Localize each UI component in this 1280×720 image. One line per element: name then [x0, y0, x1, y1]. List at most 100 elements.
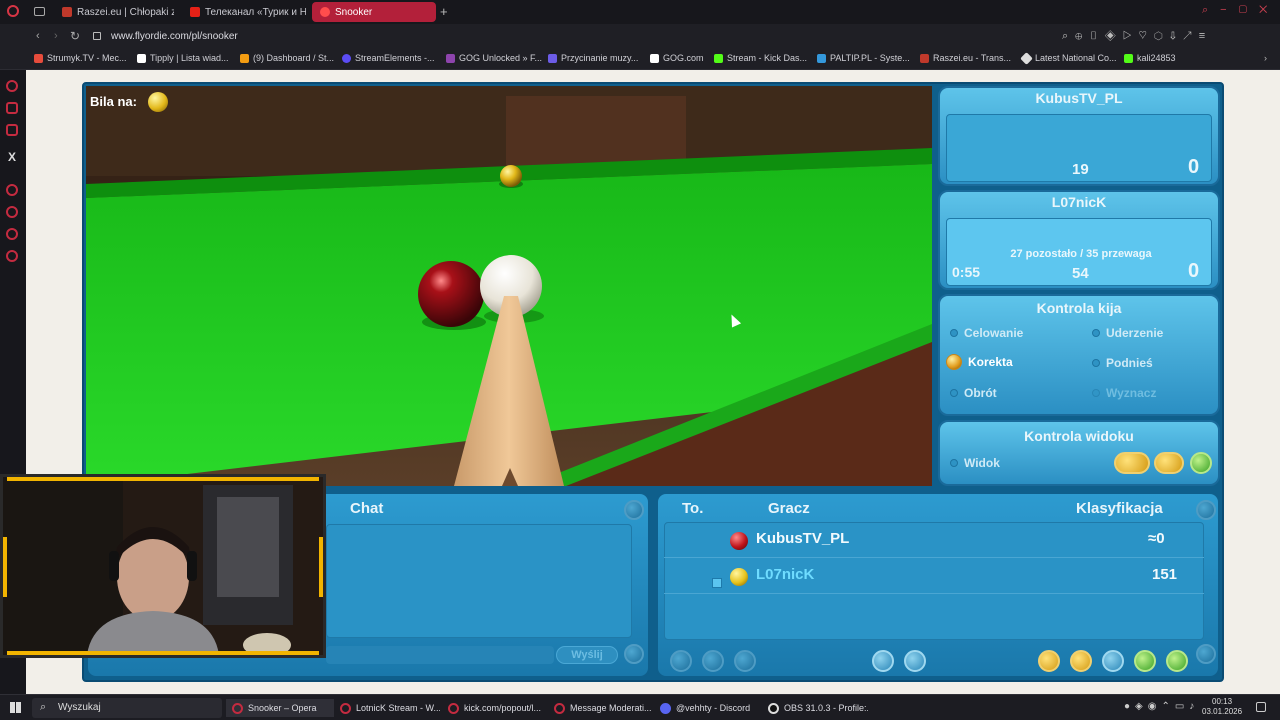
radio-dot-icon — [950, 329, 958, 337]
view-control-title: Kontrola widoku — [1024, 428, 1134, 444]
raszei-favicon-icon — [62, 7, 72, 17]
taskbar-item-discord[interactable]: @vehhty - Discord — [654, 699, 760, 717]
sidebar-x-icon[interactable]: X — [8, 150, 16, 164]
sidebar-messenger-icon[interactable] — [6, 102, 18, 114]
sidebar-extensions-icon[interactable] — [6, 228, 18, 240]
taskbar-item-lotnick-stream[interactable]: LotnicK Stream - W... — [334, 699, 440, 717]
chat-scroll-up-icon[interactable] — [624, 500, 644, 520]
bookmark-favicon-icon — [240, 53, 249, 63]
chat-bubble-icon[interactable] — [1102, 650, 1124, 672]
bookmark-favicon-icon — [714, 53, 723, 63]
table-row[interactable]: KubusTV_PL ≈0 — [664, 524, 1204, 558]
player2-timer: 0:55 — [952, 264, 981, 280]
taskbar-item-obs[interactable]: OBS 31.0.3 - Profile:... — [762, 699, 868, 717]
bookmark-item[interactable]: GOG.com — [650, 53, 704, 63]
windows-start-icon[interactable] — [10, 702, 21, 713]
taskbar-search[interactable]: ⌕ Wyszukaj — [32, 698, 222, 718]
player2-score: 0 — [1188, 260, 1200, 282]
sound-icon[interactable] — [904, 650, 926, 672]
view-control-panel: Kontrola widoku Widok — [938, 420, 1220, 486]
no-entry-icon[interactable] — [670, 650, 692, 672]
search-icon: ⌕ — [40, 701, 47, 713]
player-rank: 151 — [1152, 566, 1178, 583]
bookmark-favicon-icon — [342, 53, 351, 63]
tab-snooker[interactable]: Snooker — [312, 2, 436, 22]
reload-icon[interactable]: ↻ — [70, 29, 80, 43]
tab-list-icon[interactable] — [34, 7, 45, 16]
taskbar-item-opera-snooker[interactable]: Snooker – Opera — [226, 699, 334, 717]
bookmark-favicon-icon — [446, 53, 455, 63]
taskbar-item-moderation[interactable]: Message Moderati... — [548, 699, 654, 717]
opera-logo-icon[interactable] — [7, 5, 19, 17]
opt-aim[interactable]: Celowanie — [950, 326, 1023, 340]
opt-designate[interactable]: Wyznacz — [1092, 386, 1156, 400]
view-zoom-button[interactable] — [1114, 452, 1150, 474]
bookmark-item[interactable]: Latest National Co... — [1020, 51, 1117, 65]
tab-raszei[interactable]: Raszei.eu | Chłopaki z Ras — [54, 2, 174, 22]
col-header-player: Gracz — [768, 500, 810, 517]
new-tab-plus-icon[interactable]: + — [440, 4, 448, 19]
snooker-table-view[interactable]: Bila na: — [86, 86, 932, 486]
bookmark-item[interactable]: Stream - Kick Das... — [714, 53, 807, 63]
back-icon[interactable]: ‹ — [36, 30, 40, 42]
bookmark-item[interactable]: Raszei.eu - Trans... — [920, 53, 1011, 63]
player2-break: 54 — [1072, 265, 1089, 282]
player2-name: L07nicK — [1051, 194, 1107, 210]
table-row[interactable]: L07nicK 151 — [664, 560, 1204, 594]
user-icon[interactable] — [702, 650, 724, 672]
opt-spin[interactable]: Obrót — [950, 386, 997, 400]
bookmark-item[interactable]: (9) Dashboard / St... — [240, 53, 334, 63]
window-controls: ⌕−▢✕ — [1202, 4, 1280, 16]
discord-icon — [660, 702, 671, 714]
lock-icon — [93, 32, 101, 40]
bookmark-favicon-icon — [817, 53, 826, 63]
radio-dot-icon — [1092, 329, 1100, 337]
trophy-icon[interactable] — [1070, 650, 1092, 672]
help-icon[interactable] — [1134, 650, 1156, 672]
bookmark-item[interactable]: GOG Unlocked » F... — [446, 53, 542, 63]
search-placeholder: Wyszukaj — [58, 702, 101, 713]
bookmark-item[interactable]: Tipply | Lista wiad... — [137, 53, 229, 63]
exit-icon[interactable] — [1166, 650, 1188, 672]
bookmark-item[interactable]: Strumyk.TV - Mec... — [34, 53, 127, 63]
bookmark-item[interactable]: PALTIP.PL - Syste... — [817, 53, 910, 63]
bookmark-item[interactable]: StreamElements -... — [342, 53, 435, 63]
sidebar-clock-icon[interactable] — [6, 206, 18, 218]
forward-icon[interactable]: › — [54, 30, 58, 42]
player2-score-panel: L07nicK 27 pozostało / 35 przewaga 0:55 … — [938, 190, 1220, 290]
bookmark-item[interactable]: kali24853 — [1124, 53, 1176, 63]
bookmark-item[interactable]: Przycinanie muzy... — [548, 53, 638, 63]
taskbar-item-kick[interactable]: kick.com/popout/l... — [442, 699, 548, 717]
list-scroll-down-icon[interactable] — [1196, 644, 1216, 664]
clock-date: 03.01.2026 — [1202, 707, 1243, 716]
turn-indicator-icon — [712, 578, 722, 588]
view-top-button[interactable] — [1190, 452, 1212, 474]
list-scroll-up-icon[interactable] — [1196, 500, 1216, 520]
opt-correction[interactable]: Korekta — [946, 354, 1013, 370]
radio-dot-icon — [1092, 359, 1100, 367]
sidebar-mail-icon[interactable] — [6, 124, 18, 136]
lock-user-icon[interactable] — [734, 650, 756, 672]
tab-youtube[interactable]: Телеканал «Турик и Н — [182, 2, 306, 22]
sidebar-settings-icon[interactable] — [6, 250, 18, 262]
sidebar-ai-icon[interactable] — [6, 80, 18, 92]
view-rotate-button[interactable] — [1154, 452, 1184, 474]
chat-scroll-down-icon[interactable] — [624, 644, 644, 664]
bookmarks-more-icon[interactable]: › — [1264, 53, 1267, 63]
opt-view[interactable]: Widok — [950, 456, 1000, 470]
url-field[interactable]: www.flyordie.com/pl/snooker — [111, 31, 238, 42]
ranking-icon[interactable] — [1038, 650, 1060, 672]
snooker-favicon-icon — [320, 7, 330, 17]
system-tray-icons: ●◈◉⌃▭♪ — [1124, 701, 1200, 712]
opt-strike[interactable]: Uderzenie — [1092, 326, 1163, 340]
chat-title: Chat — [350, 500, 384, 517]
sidebar-history-icon[interactable] — [6, 184, 18, 196]
col-header-ranking: Klasyfikacja — [1076, 500, 1163, 517]
chat-input[interactable] — [326, 646, 554, 664]
chat-send-button[interactable]: Wyślij — [556, 646, 618, 664]
toolbar-icons: ⌕⊕▯◈▷♡⬡⇩↗≡ — [1062, 30, 1213, 42]
notifications-icon[interactable] — [1256, 702, 1266, 712]
opt-raise[interactable]: Podnieś — [1092, 356, 1153, 370]
bookmark-favicon-icon — [1124, 53, 1133, 63]
settings-gear-icon[interactable] — [872, 650, 894, 672]
